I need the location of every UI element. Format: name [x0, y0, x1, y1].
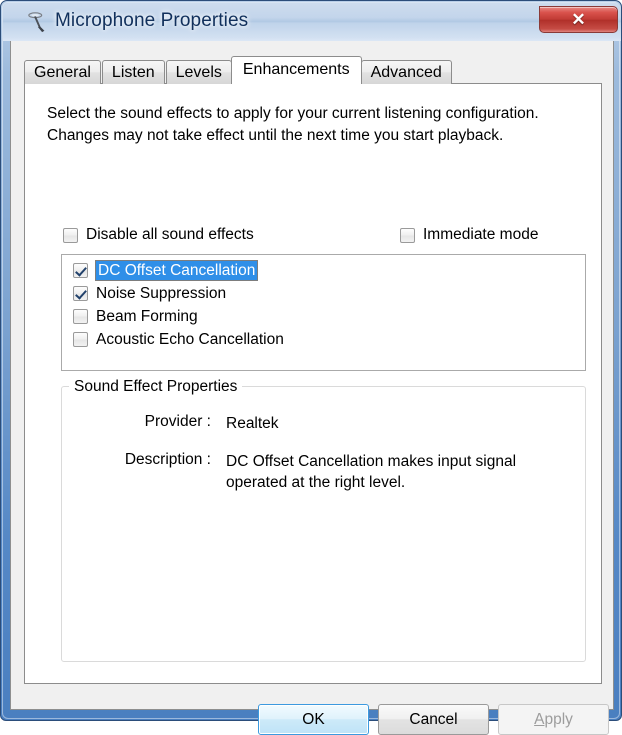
tab-general[interactable]: General: [24, 60, 101, 84]
dialog-client-area: General Listen Levels Enhancements Advan…: [10, 41, 614, 735]
close-icon: ✕: [571, 9, 586, 29]
checkbox-label-disable-all: Disable all sound effects: [86, 226, 254, 243]
list-item-noise-suppression[interactable]: Noise Suppression: [64, 282, 583, 305]
list-item-label: Beam Forming: [96, 308, 198, 325]
checkbox-immediate-mode[interactable]: Immediate mode: [400, 226, 538, 244]
apply-label-rest: pply: [544, 710, 573, 728]
tab-levels[interactable]: Levels: [165, 60, 232, 84]
apply-accel-letter: A: [534, 710, 545, 728]
checkbox-box-acoustic-echo-cancellation[interactable]: [73, 332, 88, 347]
close-button[interactable]: ✕: [539, 6, 618, 33]
tab-strip: General Listen Levels Enhancements Advan…: [24, 56, 453, 84]
list-item-label: Noise Suppression: [96, 285, 227, 302]
checkbox-label-immediate-mode: Immediate mode: [423, 226, 539, 243]
intro-description: Select the sound effects to apply for yo…: [47, 103, 567, 147]
provider-value: Realtek: [226, 415, 279, 432]
tab-listen[interactable]: Listen: [101, 60, 165, 84]
provider-label: Provider :: [144, 413, 211, 430]
tab-enhancements[interactable]: Enhancements: [230, 56, 362, 84]
intro-line-1: Select the sound effects to apply for yo…: [47, 105, 539, 122]
intro-line-2: Changes may not take effect until the ne…: [47, 127, 504, 144]
list-item-acoustic-echo-cancellation[interactable]: Acoustic Echo Cancellation: [64, 328, 583, 351]
sound-effects-list[interactable]: DC Offset Cancellation Noise Suppression…: [61, 254, 586, 371]
group-title: Sound Effect Properties: [69, 378, 243, 396]
list-item-label: Acoustic Echo Cancellation: [96, 331, 284, 348]
checkbox-box-immediate-mode[interactable]: [400, 227, 415, 243]
list-item-label: DC Offset Cancellation: [94, 260, 259, 281]
checkbox-box-beam-forming[interactable]: [73, 309, 88, 324]
description-value: DC Offset Cancellation makes input signa…: [226, 453, 517, 491]
cancel-button[interactable]: Cancel: [378, 704, 489, 735]
checkbox-box-disable-all[interactable]: [63, 227, 78, 243]
microphone-icon: [28, 12, 45, 33]
ok-button[interactable]: OK: [258, 704, 369, 735]
list-item-beam-forming[interactable]: Beam Forming: [64, 305, 583, 328]
checkbox-disable-all-sound-effects[interactable]: Disable all sound effects: [63, 226, 254, 244]
apply-button[interactable]: Apply: [498, 704, 609, 735]
window-title: Microphone Properties: [55, 10, 249, 31]
checkbox-box-noise-suppression[interactable]: [73, 286, 88, 301]
dialog-window: Microphone Properties ✕ General Listen L…: [0, 0, 622, 735]
description-label: Description :: [124, 451, 211, 468]
list-item-dc-offset-cancellation[interactable]: DC Offset Cancellation: [64, 259, 583, 282]
tab-advanced[interactable]: Advanced: [360, 60, 452, 84]
checkbox-box-dc-offset-cancellation[interactable]: [73, 263, 88, 278]
title-bar[interactable]: Microphone Properties ✕: [3, 3, 621, 41]
